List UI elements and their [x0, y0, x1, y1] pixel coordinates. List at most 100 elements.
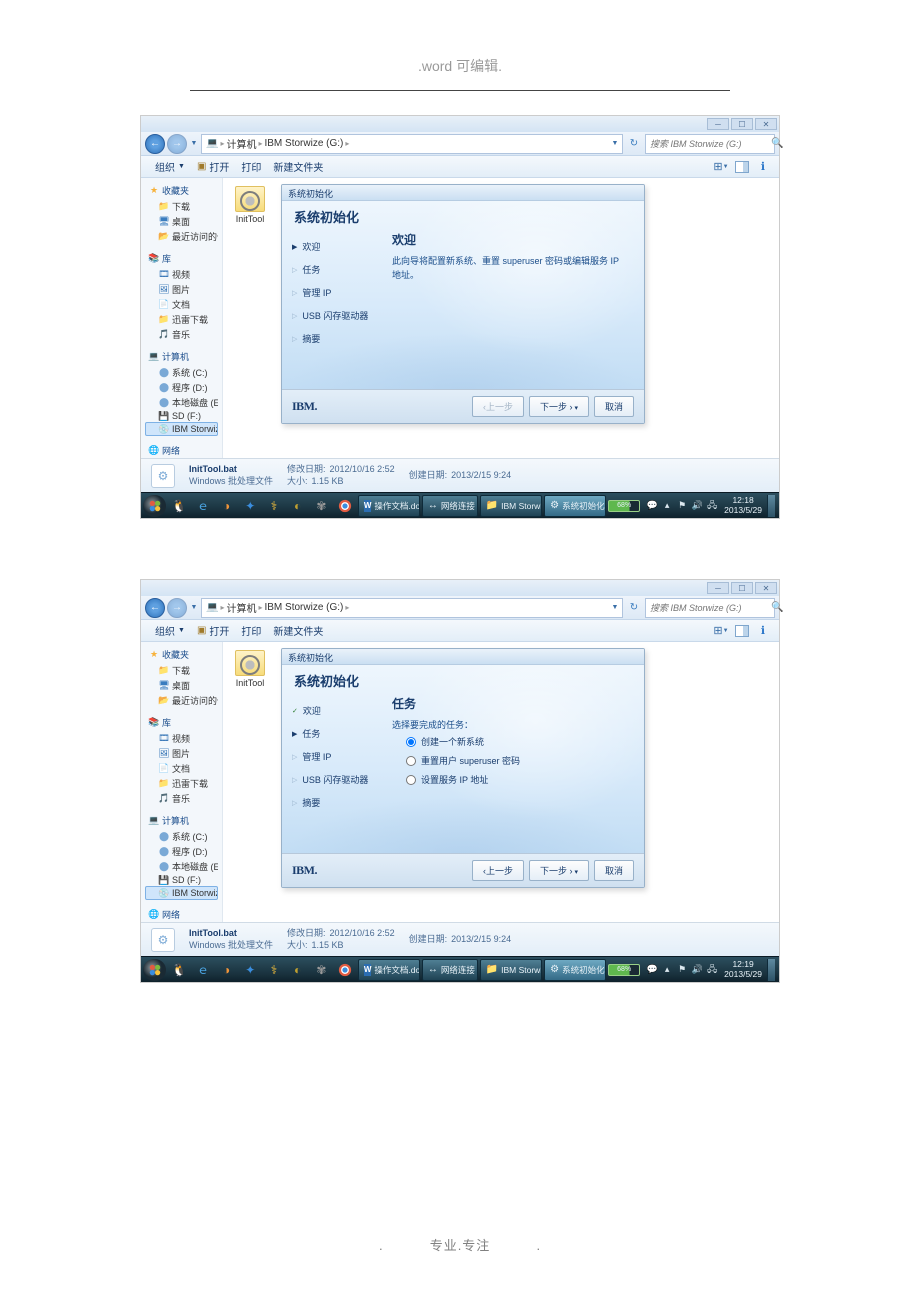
- tray-flag-icon[interactable]: ⚑: [675, 499, 689, 513]
- pinned-chrome-icon[interactable]: [334, 959, 356, 981]
- sidebar-libraries[interactable]: 📚库: [145, 714, 218, 731]
- tray-sound-icon[interactable]: 🔊: [690, 963, 704, 977]
- print-button[interactable]: 打印: [235, 159, 267, 174]
- sidebar-item-f[interactable]: 💾SD (F:): [145, 874, 218, 886]
- sidebar-item-g[interactable]: 💿IBM Storwize (G:): [145, 886, 218, 900]
- cancel-button[interactable]: 取消: [594, 860, 634, 881]
- option-reset-password[interactable]: 重置用户 superuser 密码: [392, 751, 630, 770]
- minimize-button[interactable]: ─: [707, 118, 729, 130]
- pinned-qq-icon[interactable]: 🐧: [168, 959, 190, 981]
- back-button[interactable]: ←: [145, 134, 165, 154]
- sidebar-libraries[interactable]: 📚库: [145, 250, 218, 267]
- open-button[interactable]: ▣打开: [191, 623, 235, 638]
- task-init-wizard[interactable]: ⚙系统初始化: [544, 959, 606, 981]
- option-create-system[interactable]: 创建一个新系统: [392, 732, 630, 751]
- sidebar-favorites[interactable]: ★收藏夹: [145, 182, 218, 199]
- refresh-button[interactable]: ↻: [625, 598, 643, 618]
- sidebar-item-video[interactable]: 🎞视频: [145, 267, 218, 282]
- sidebar-item-d[interactable]: ⬤程序 (D:): [145, 380, 218, 395]
- help-button[interactable]: ℹ: [755, 623, 771, 639]
- tray-balloon-icon[interactable]: 💬: [645, 499, 659, 513]
- close-button[interactable]: ✕: [755, 582, 777, 594]
- print-button[interactable]: 打印: [235, 623, 267, 638]
- path-dropdown[interactable]: ▼: [610, 598, 620, 618]
- sidebar-item-music[interactable]: 🎵音乐: [145, 791, 218, 806]
- file-inittool[interactable]: InitTool: [231, 650, 269, 688]
- sidebar-item-xunlei[interactable]: 📁迅雷下载: [145, 312, 218, 327]
- tray-net-icon[interactable]: 🖧: [705, 963, 719, 977]
- preview-pane-toggle[interactable]: [735, 161, 749, 173]
- sidebar-item-documents[interactable]: 📄文档: [145, 297, 218, 312]
- file-list[interactable]: InitTool auto... 系统初始化 系统初始化 ✓欢迎 ▶任务: [223, 642, 779, 922]
- sidebar-computer[interactable]: 💻计算机: [145, 348, 218, 365]
- sidebar-network[interactable]: 🌐网络: [145, 442, 218, 458]
- sidebar-item-c[interactable]: ⬤系统 (C:): [145, 829, 218, 844]
- open-button[interactable]: ▣打开: [191, 159, 235, 174]
- tray-up-icon[interactable]: ▴: [660, 963, 674, 977]
- sidebar-item-downloads[interactable]: 📁下载: [145, 199, 218, 214]
- pinned-movie-icon[interactable]: ✾: [311, 495, 333, 517]
- sidebar-item-pictures[interactable]: 🖼图片: [145, 746, 218, 761]
- sidebar-item-recent[interactable]: 📂最近访问的位置: [145, 229, 218, 244]
- sidebar-favorites[interactable]: ★收藏夹: [145, 646, 218, 663]
- sidebar-item-c[interactable]: ⬤系统 (C:): [145, 365, 218, 380]
- battery-indicator[interactable]: 68%: [608, 500, 640, 512]
- show-desktop-button[interactable]: [767, 495, 775, 517]
- sidebar-item-e[interactable]: ⬤本地磁盘 (E:): [145, 395, 218, 410]
- sidebar-item-xunlei[interactable]: 📁迅雷下载: [145, 776, 218, 791]
- forward-button[interactable]: →: [167, 598, 187, 618]
- task-network[interactable]: ↔网络连接: [422, 959, 478, 981]
- crumb-computer[interactable]: 计算机: [224, 600, 258, 615]
- tray-balloon-icon[interactable]: 💬: [645, 963, 659, 977]
- maximize-button[interactable]: ☐: [731, 582, 753, 594]
- sidebar-item-music[interactable]: 🎵音乐: [145, 327, 218, 342]
- radio-set-ip[interactable]: [406, 775, 416, 785]
- task-word[interactable]: W操作文档.do...: [358, 495, 420, 517]
- sidebar-computer[interactable]: 💻计算机: [145, 812, 218, 829]
- sidebar-item-desktop[interactable]: 🖥桌面: [145, 214, 218, 229]
- history-dropdown[interactable]: ▼: [189, 134, 199, 154]
- maximize-button[interactable]: ☐: [731, 118, 753, 130]
- minimize-button[interactable]: ─: [707, 582, 729, 594]
- pinned-python-icon[interactable]: ⚕: [263, 959, 285, 981]
- tray-net-icon[interactable]: 🖧: [705, 499, 719, 513]
- search-input[interactable]: [650, 139, 767, 149]
- radio-reset-password[interactable]: [406, 756, 416, 766]
- sidebar-item-pictures[interactable]: 🖼图片: [145, 282, 218, 297]
- crumb-computer[interactable]: 计算机: [224, 136, 258, 151]
- file-inittool[interactable]: InitTool: [231, 186, 269, 224]
- sidebar-item-documents[interactable]: 📄文档: [145, 761, 218, 776]
- radio-create-system[interactable]: [406, 737, 416, 747]
- file-list[interactable]: InitTool auto... 系统初始化 系统初始化 ▶欢迎 ▷任务: [223, 178, 779, 458]
- task-network[interactable]: ↔网络连接: [422, 495, 478, 517]
- view-menu[interactable]: ⊞▼: [713, 159, 729, 175]
- back-button[interactable]: ‹上一步: [472, 860, 524, 881]
- help-button[interactable]: ℹ: [755, 159, 771, 175]
- pinned-qq-icon[interactable]: 🐧: [168, 495, 190, 517]
- organize-menu[interactable]: 组织▼: [149, 159, 191, 174]
- breadcrumb[interactable]: 💻 ▸ 计算机 ▸ IBM Storwize (G:) ▸ ▼: [201, 134, 623, 154]
- task-word[interactable]: W操作文档.do...: [358, 959, 420, 981]
- sidebar-item-g[interactable]: 💿IBM Storwize (G:): [145, 422, 218, 436]
- battery-indicator[interactable]: 68%: [608, 964, 640, 976]
- refresh-button[interactable]: ↻: [625, 134, 643, 154]
- sidebar-item-video[interactable]: 🎞视频: [145, 731, 218, 746]
- sidebar-network[interactable]: 🌐网络: [145, 906, 218, 922]
- cancel-button[interactable]: 取消: [594, 396, 634, 417]
- new-folder-button[interactable]: 新建文件夹: [267, 623, 329, 638]
- organize-menu[interactable]: 组织▼: [149, 623, 191, 638]
- pinned-wmp-icon[interactable]: ◑: [216, 959, 238, 981]
- pinned-xunlei-icon[interactable]: ✦: [240, 959, 262, 981]
- pinned-ie-icon[interactable]: ｅ: [192, 959, 214, 981]
- sidebar-item-d[interactable]: ⬤程序 (D:): [145, 844, 218, 859]
- sidebar-item-recent[interactable]: 📂最近访问的位置: [145, 693, 218, 708]
- pinned-python-icon[interactable]: ⚕: [263, 495, 285, 517]
- sidebar-item-f[interactable]: 💾SD (F:): [145, 410, 218, 422]
- back-button[interactable]: ←: [145, 598, 165, 618]
- option-set-service-ip[interactable]: 设置服务 IP 地址: [392, 770, 630, 789]
- pinned-wmp-icon[interactable]: ◑: [216, 495, 238, 517]
- forward-button[interactable]: →: [167, 134, 187, 154]
- search-box[interactable]: 🔍: [645, 134, 775, 154]
- task-explorer[interactable]: 📁IBM Storwi...: [480, 495, 542, 517]
- clock[interactable]: 12:19 2013/5/29: [720, 960, 766, 980]
